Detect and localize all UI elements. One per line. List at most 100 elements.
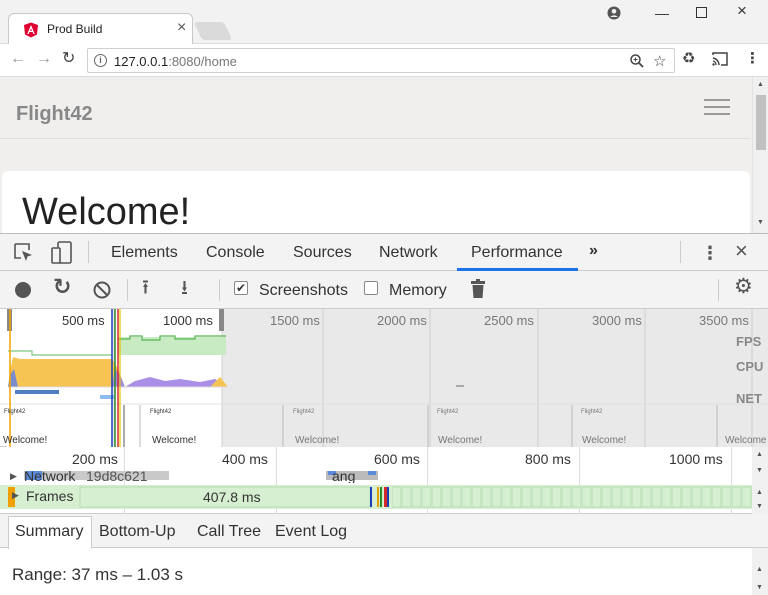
- overview-tick: 500 ms: [62, 313, 105, 328]
- overview-tick: 3500 ms: [699, 313, 749, 328]
- new-tab-button[interactable]: [193, 22, 233, 40]
- tab-event-log[interactable]: Event Log: [275, 523, 347, 541]
- url-path: :8080/home: [168, 54, 237, 69]
- expand-triangle-icon[interactable]: ▶: [10, 471, 17, 482]
- hamburger-menu-icon[interactable]: [704, 99, 730, 117]
- tab-performance[interactable]: Performance: [471, 244, 563, 262]
- maximize-icon[interactable]: [696, 7, 707, 18]
- scroll-up-icon[interactable]: ▲: [756, 566, 763, 573]
- overview-tick: 2500 ms: [484, 313, 534, 328]
- flame-tick: 400 ms: [222, 451, 268, 467]
- reload-icon[interactable]: ↻: [62, 51, 75, 67]
- flame-scrollbar[interactable]: ▲ ▼ ▲ ▼: [752, 447, 768, 514]
- screenshot-text: Welcome: [725, 435, 767, 446]
- url-host: 127.0.0.1: [114, 54, 169, 69]
- account-icon[interactable]: [607, 6, 621, 20]
- frames-track[interactable]: ▶ Frames 407.8 ms: [0, 485, 752, 509]
- net-lane-label: NET: [736, 391, 762, 406]
- recycle-icon[interactable]: ♻: [682, 51, 695, 67]
- device-toolbar-icon[interactable]: [51, 241, 73, 265]
- screenshots-checkbox[interactable]: ✔: [234, 281, 248, 295]
- url-text[interactable]: 127.0.0.1:8080/home: [114, 54, 237, 69]
- scroll-down-icon[interactable]: ▼: [756, 584, 763, 591]
- overview-tick: 2000 ms: [377, 313, 427, 328]
- screenshot-title: Flight42: [150, 409, 172, 415]
- tab-network[interactable]: Network: [379, 244, 438, 262]
- separator: [127, 279, 128, 301]
- screenshots-label: Screenshots: [259, 282, 348, 299]
- close-icon[interactable]: ×: [177, 20, 186, 36]
- flame-tick: 800 ms: [525, 451, 571, 467]
- address-bar[interactable]: i 127.0.0.1:8080/home ☆: [87, 48, 675, 73]
- brand-link[interactable]: Flight42: [16, 103, 93, 126]
- angular-shield-icon: [24, 22, 38, 38]
- scroll-up-icon[interactable]: ▲: [756, 489, 763, 496]
- flame-chart[interactable]: 200 ms 400 ms 600 ms 800 ms 1000 ms ▶ Ne…: [0, 447, 768, 514]
- browser-tab[interactable]: Prod Build ×: [8, 13, 193, 44]
- expand-triangle-icon[interactable]: ▶: [12, 490, 19, 501]
- fps-lane-label: FPS: [736, 334, 762, 349]
- upload-icon[interactable]: ⭱: [142, 278, 149, 298]
- reload-record-icon[interactable]: ↻: [53, 276, 71, 298]
- scroll-down-icon[interactable]: ▼: [756, 503, 763, 510]
- tab-elements[interactable]: Elements: [111, 244, 178, 262]
- screenshot-text: Welcome!: [438, 435, 483, 446]
- browser-toolbar: ← → ↻ i 127.0.0.1:8080/home ☆ ♻ ⋮: [0, 44, 768, 77]
- welcome-card: Welcome!: [2, 171, 750, 233]
- tab-bottom-up[interactable]: Bottom-Up: [99, 523, 175, 541]
- memory-checkbox[interactable]: [364, 281, 378, 295]
- separator: [219, 279, 220, 301]
- screenshot-title: Flight42: [4, 409, 26, 415]
- flame-tick: 200 ms: [72, 451, 118, 467]
- cpu-lane-label: CPU: [736, 359, 764, 374]
- network-track-label: Network: [24, 471, 76, 483]
- gear-icon[interactable]: ⚙: [734, 276, 753, 297]
- timeline-overview[interactable]: 500 ms 1000 ms 1500 ms 2000 ms 2500 ms 3…: [0, 309, 768, 447]
- info-icon[interactable]: i: [94, 54, 107, 67]
- kebab-menu-icon[interactable]: ⋮: [745, 51, 760, 67]
- record-icon[interactable]: [14, 281, 32, 299]
- page-scrollbar[interactable]: ▲ ▼: [752, 77, 768, 233]
- scroll-down-icon[interactable]: ▼: [757, 219, 764, 226]
- devtools-panel: Elements Console Sources Network Perform…: [0, 233, 768, 595]
- scroll-up-icon[interactable]: ▲: [757, 81, 764, 88]
- separator: [680, 241, 681, 263]
- browser-tab-strip: Prod Build × — ×: [0, 0, 768, 44]
- cast-icon[interactable]: [712, 52, 728, 66]
- clear-icon[interactable]: [93, 281, 111, 299]
- screenshot-text: Welcome!: [582, 435, 627, 446]
- scroll-down-icon[interactable]: ▼: [756, 467, 763, 474]
- inspect-element-icon[interactable]: [14, 243, 34, 263]
- separator: [718, 279, 719, 301]
- tab-title: Prod Build: [47, 22, 103, 36]
- forward-arrow-icon[interactable]: →: [36, 51, 52, 67]
- details-scrollbar[interactable]: ▲ ▼: [752, 548, 768, 595]
- zoom-icon[interactable]: [630, 54, 644, 68]
- range-summary: Range: 37 ms – 1.03 s: [12, 565, 184, 584]
- screenshot-text: Welcome!: [3, 435, 48, 446]
- flame-tick: 600 ms: [374, 451, 420, 467]
- back-arrow-icon[interactable]: ←: [10, 51, 26, 67]
- minimize-icon[interactable]: —: [655, 6, 669, 20]
- devtools-menu-icon[interactable]: ⋮: [701, 244, 719, 262]
- star-icon[interactable]: ☆: [653, 52, 666, 70]
- trash-icon[interactable]: [470, 279, 486, 299]
- network-track[interactable]: ▶ Network 19d8c621 ang: [0, 471, 750, 483]
- window-close-icon[interactable]: ×: [737, 2, 747, 19]
- overview-tick: 1500 ms: [270, 313, 320, 328]
- close-devtools-icon[interactable]: ×: [735, 240, 748, 262]
- scrollbar-thumb[interactable]: [756, 95, 766, 150]
- network-request-bar[interactable]: [368, 471, 376, 475]
- flame-tick: 1000 ms: [669, 451, 723, 467]
- download-icon[interactable]: ⭳: [181, 278, 188, 298]
- page-heading: Welcome!: [22, 191, 191, 233]
- scroll-up-icon[interactable]: ▲: [756, 451, 763, 458]
- tab-call-tree[interactable]: Call Tree: [197, 523, 261, 541]
- tab-console[interactable]: Console: [206, 244, 265, 262]
- memory-label: Memory: [389, 282, 447, 299]
- separator: [88, 241, 89, 263]
- tab-sources[interactable]: Sources: [293, 244, 352, 262]
- tab-summary[interactable]: Summary: [15, 523, 83, 541]
- overview-graph: [0, 309, 768, 447]
- more-tabs-icon[interactable]: »: [589, 242, 598, 260]
